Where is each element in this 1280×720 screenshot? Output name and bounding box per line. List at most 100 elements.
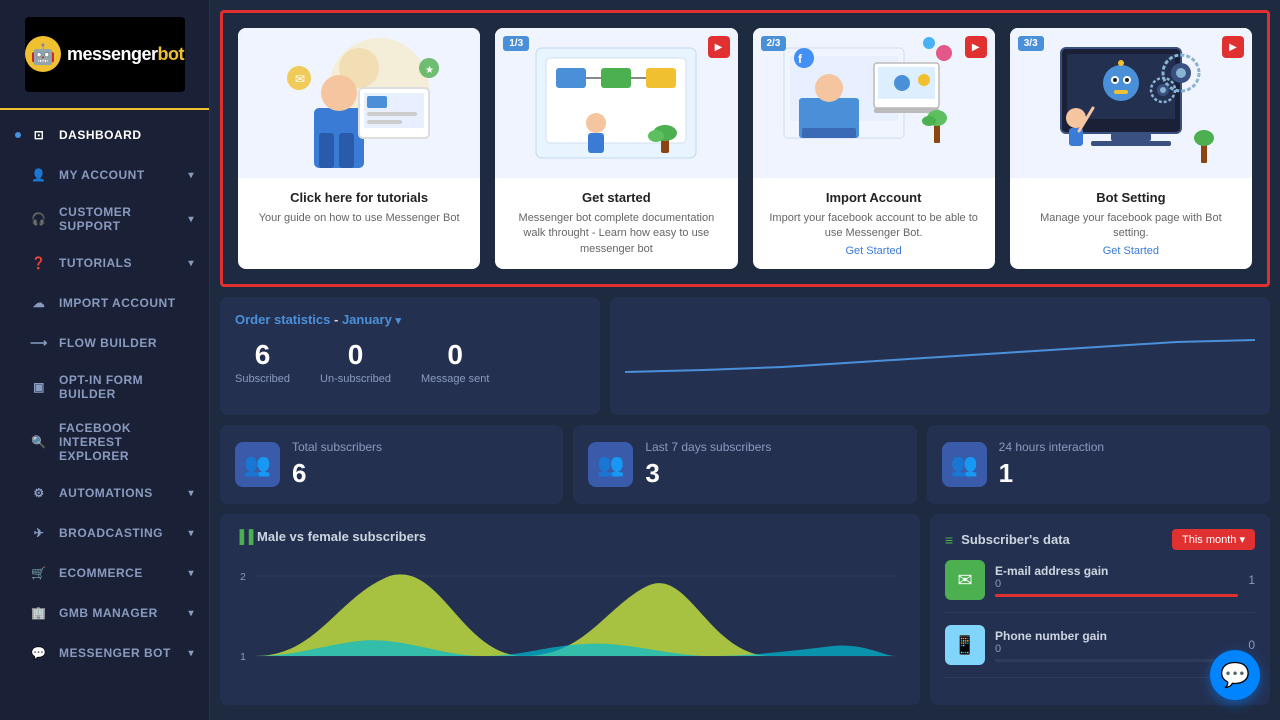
tutorial-card-bot-setting[interactable]: 3/3 ▶	[1010, 28, 1252, 269]
tutorial-card-title-1: Click here for tutorials	[250, 190, 468, 205]
ecommerce-icon: 🛒	[29, 563, 49, 583]
order-numbers: 6 Subscribed 0 Un-subscribed 0 Message s…	[235, 339, 585, 385]
messenger-icon: 💬	[29, 643, 49, 663]
card-play-2[interactable]: ▶	[708, 36, 730, 58]
chevron-down-icon: ▾	[188, 648, 194, 659]
sidebar-item-my-account[interactable]: 👤 MY ACCOUNT ▾	[0, 155, 209, 195]
data-icon: ≡	[945, 532, 953, 548]
tutorial-section: ✉ ★ Click here for tutorials Your guide …	[220, 10, 1270, 287]
24h-interaction-icon: 👥	[942, 442, 987, 487]
tutorial-card-body-4: Bot Setting Manage your facebook page wi…	[1010, 178, 1252, 269]
tutorial-card-tutorials[interactable]: ✉ ★ Click here for tutorials Your guide …	[238, 28, 480, 269]
tutorial-card-image-1: ✉ ★	[238, 28, 480, 178]
automations-icon: ⚙	[29, 483, 49, 503]
chevron-down-icon: ▾	[188, 258, 194, 269]
tutorial-card-get-started[interactable]: 1/3 ▶	[495, 28, 737, 269]
order-stats-card: Order statistics - January ▾ 6 Subscribe…	[220, 297, 600, 415]
email-data-bar	[995, 594, 1238, 597]
this-month-button[interactable]: This month ▾	[1172, 529, 1255, 550]
sidebar-item-dashboard[interactable]: ⊡ DASHBOARD	[0, 115, 209, 155]
tutorial-card-title-2: Get started	[507, 190, 725, 205]
last7-subscribers-info: Last 7 days subscribers 3	[645, 440, 771, 489]
sidebar: 🤖 messengerbot ⊡ DASHBOARD 👤 MY ACCOUNT …	[0, 0, 210, 720]
support-icon: 🎧	[29, 209, 49, 229]
tutorial-card-title-3: Import Account	[765, 190, 983, 205]
order-stats-title: Order statistics - January ▾	[235, 312, 585, 327]
tutorial-card-image-3: 2/3 ▶	[753, 28, 995, 178]
tutorial-card-import[interactable]: 2/3 ▶	[753, 28, 995, 269]
flow-icon: ⟶	[29, 333, 49, 353]
last7-subscribers-icon: 👥	[588, 442, 633, 487]
get-started-link-3[interactable]: Get Started	[845, 245, 901, 257]
sidebar-item-tutorials[interactable]: ❓ TUTORIALS ▾	[0, 243, 209, 283]
sidebar-item-ecommerce[interactable]: 🛒 ECOMMERCE ▾	[0, 553, 209, 593]
gmb-icon: 🏢	[29, 603, 49, 623]
tutorial-card-body-3: Import Account Import your facebook acco…	[753, 178, 995, 269]
phone-icon: 📱	[945, 625, 985, 665]
tutorial-card-desc-2: Messenger bot complete documentation wal…	[507, 211, 725, 257]
subscribed-stat: 6 Subscribed	[235, 339, 290, 385]
email-data-item: ✉ E-mail address gain 0 1	[945, 560, 1255, 613]
bottom-row: ▐▐ Male vs female subscribers 2 1 ≡ Subs…	[220, 514, 1270, 705]
logo-area: 🤖 messengerbot	[0, 0, 209, 110]
total-subscribers-info: Total subscribers 6	[292, 440, 382, 489]
main-content: ✉ ★ Click here for tutorials Your guide …	[210, 0, 1280, 720]
phone-data-info: Phone number gain 0	[995, 629, 1238, 662]
tutorial-card-image-2: 1/3 ▶	[495, 28, 737, 178]
logo-text: messengerbot	[67, 44, 184, 65]
svg-text:1: 1	[240, 652, 246, 663]
email-bar-fill	[995, 594, 1238, 597]
chevron-down-icon: ▾	[188, 488, 194, 499]
tutorial-card-body-1: Click here for tutorials Your guide on h…	[238, 178, 480, 238]
24h-interaction-info: 24 hours interaction 1	[999, 440, 1104, 489]
sidebar-item-customer-support[interactable]: 🎧 CUSTOMER SUPPORT ▾	[0, 195, 209, 243]
sidebar-item-broadcasting[interactable]: ✈ BROADCASTING ▾	[0, 513, 209, 553]
sidebar-item-import-account[interactable]: ☁ IMPORT ACCOUNT	[0, 283, 209, 323]
chevron-down-icon: ▾	[188, 214, 194, 225]
stats-row: Order statistics - January ▾ 6 Subscribe…	[220, 297, 1270, 415]
gender-chart-card: ▐▐ Male vs female subscribers 2 1	[220, 514, 920, 705]
chevron-down-icon: ▾	[188, 608, 194, 619]
subscribers-row: 👥 Total subscribers 6 👥 Last 7 days subs…	[220, 425, 1270, 504]
sidebar-item-facebook-interest[interactable]: 🔍 FACEBOOK INTEREST EXPLORER	[0, 411, 209, 473]
unsubscribed-stat: 0 Un-subscribed	[320, 339, 391, 385]
card-badge-4: 3/3	[1018, 36, 1044, 51]
tutorial-card-title-4: Bot Setting	[1022, 190, 1240, 205]
broadcast-icon: ✈	[29, 523, 49, 543]
total-subscribers-card: 👥 Total subscribers 6	[220, 425, 563, 504]
month-selector[interactable]: January	[342, 312, 392, 327]
sidebar-item-opt-in[interactable]: ▣ OPT-IN FORM BUILDER	[0, 363, 209, 411]
phone-data-bar	[995, 659, 1238, 662]
email-data-info: E-mail address gain 0	[995, 564, 1238, 597]
sidebar-item-gmb[interactable]: 🏢 GMB MANAGER ▾	[0, 593, 209, 633]
messenger-fab[interactable]: 💬	[1210, 650, 1260, 700]
email-icon: ✉	[945, 560, 985, 600]
subscriber-data-title: ≡ Subscriber's data This month ▾	[945, 529, 1255, 550]
chevron-down-icon: ▾	[188, 568, 194, 579]
tutorial-card-image-4: 3/3 ▶	[1010, 28, 1252, 178]
order-chart-card	[610, 297, 1270, 415]
last7-subscribers-card: 👥 Last 7 days subscribers 3	[573, 425, 916, 504]
svg-text:★: ★	[425, 65, 434, 76]
gender-chart-title: ▐▐ Male vs female subscribers	[235, 529, 905, 544]
card-play-3[interactable]: ▶	[965, 36, 987, 58]
tutorial-card-desc-4: Manage your facebook page with Bot setti…	[1022, 211, 1240, 242]
tutorial-card-desc-3: Import your facebook account to be able …	[765, 211, 983, 242]
tutorial-card-body-2: Get started Messenger bot complete docum…	[495, 178, 737, 269]
phone-data-item: 📱 Phone number gain 0 0	[945, 625, 1255, 678]
month-arrow[interactable]: ▾	[395, 315, 401, 327]
get-started-link-4[interactable]: Get Started	[1103, 245, 1159, 257]
chart-icon: ▐▐	[235, 529, 253, 544]
chevron-down-icon: ▾	[188, 528, 194, 539]
dashboard-icon: ⊡	[29, 125, 49, 145]
card-badge-3: 2/3	[761, 36, 787, 51]
sidebar-item-messenger-bot[interactable]: 💬 MESSENGER BOT ▾	[0, 633, 209, 673]
card-badge-2: 1/3	[503, 36, 529, 51]
logo-icon: 🤖	[25, 36, 61, 72]
card-play-4[interactable]: ▶	[1222, 36, 1244, 58]
24h-interaction-card: 👥 24 hours interaction 1	[927, 425, 1270, 504]
sidebar-item-automations[interactable]: ⚙ AUTOMATIONS ▾	[0, 473, 209, 513]
sidebar-item-flow-builder[interactable]: ⟶ FLOW BUILDER	[0, 323, 209, 363]
nav-menu: ⊡ DASHBOARD 👤 MY ACCOUNT ▾ 🎧 CUSTOMER SU…	[0, 110, 209, 720]
tutorials-icon: ❓	[29, 253, 49, 273]
